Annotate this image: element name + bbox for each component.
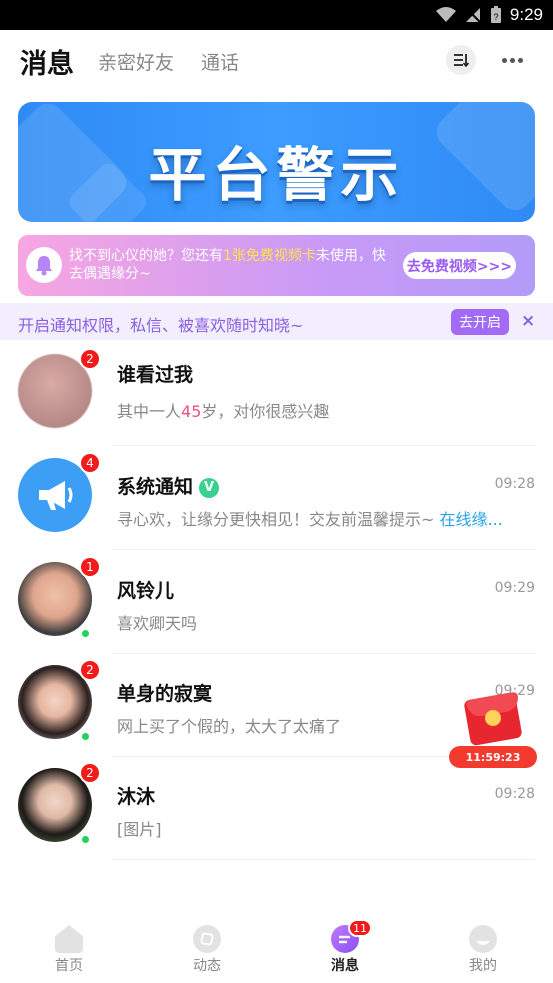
tab-calls[interactable]: 通话 (201, 48, 239, 75)
tab-moments[interactable]: 动态 (167, 925, 247, 975)
contact-name: 风铃儿 (117, 580, 175, 602)
svg-text:?: ? (493, 12, 498, 22)
contact-name: 单身的寂寞 (117, 683, 213, 705)
red-packet-timer: 11:59:23 (449, 746, 537, 768)
notice-text: 开启通知权限，私信、被喜欢随时知晓~ (18, 316, 304, 335)
online-indicator (80, 834, 91, 845)
message-icon: 11 (331, 919, 372, 953)
tab-profile[interactable]: 我的 (443, 925, 523, 975)
message-preview: 寻心欢，让缘分更快相见！交友前温馨提示~ 在线缘... (117, 510, 503, 529)
contact-name: 谁看过我 (117, 364, 194, 386)
verified-icon: V (199, 477, 220, 498)
unread-badge: 2 (79, 659, 101, 681)
message-preview: 其中一人45岁，对你很感兴趣 (117, 402, 330, 421)
contact-name: 系统通知 V (117, 472, 220, 499)
sort-icon (454, 54, 469, 68)
list-item-chat[interactable]: 1 风铃儿 09:29 喜欢卿天吗 (0, 550, 553, 654)
message-preview: 网上买了个假的，太大了太痛了 (117, 717, 342, 736)
notification-permission-bar: 开启通知权限，私信、被喜欢随时知晓~ 去开启 × (0, 303, 553, 340)
red-packet-float[interactable]: 11:59:23 (445, 690, 541, 770)
online-indicator (80, 628, 91, 639)
online-link[interactable]: 在线缘... (440, 510, 503, 529)
platform-warning-banner[interactable]: 平台警示 (18, 102, 535, 222)
sort-button[interactable] (446, 45, 476, 75)
bottom-tab-bar: 首页 动态 11 消息 我的 (0, 915, 553, 983)
status-bar: ? 9:29 (0, 0, 553, 30)
more-dot-icon (501, 57, 507, 63)
close-icon[interactable]: × (521, 311, 535, 331)
tab-messages[interactable]: 消息 (20, 42, 74, 81)
banner-title: 平台警示 (148, 141, 405, 209)
promo-text: 找不到心仪的她？您还有1张免费视频卡未使用，快去偶遇缘分~ (69, 248, 386, 282)
list-item-system-notice[interactable]: 4 系统通知 V 09:28 寻心欢，让缘分更快相见！交友前温馨提示~ 在线缘..… (0, 446, 553, 550)
message-preview: 喜欢卿天吗 (117, 614, 198, 633)
message-count-badge: 11 (348, 919, 372, 937)
bell-icon (26, 247, 62, 283)
signal-icon (465, 7, 481, 23)
online-indicator (80, 731, 91, 742)
unread-badge: 1 (79, 556, 101, 578)
message-time: 09:28 (494, 786, 535, 802)
contact-name: 沐沐 (117, 786, 156, 808)
message-time: 09:28 (494, 476, 535, 492)
wifi-icon (435, 7, 456, 22)
free-video-button[interactable]: 去免费视频>>> (403, 252, 516, 279)
tab-close-friends[interactable]: 亲密好友 (98, 48, 174, 75)
message-time: 09:29 (494, 580, 535, 596)
status-time: 9:29 (509, 5, 543, 24)
list-item-visitors[interactable]: 2 谁看过我 其中一人45岁，对你很感兴趣 (0, 342, 553, 446)
header: 消息 亲密好友 通话 (0, 30, 553, 92)
tab-messages-nav[interactable]: 11 消息 (305, 919, 385, 975)
home-icon (55, 925, 83, 953)
profile-icon (469, 925, 497, 953)
moments-icon (193, 925, 221, 953)
enable-notification-button[interactable]: 去开启 (451, 309, 509, 335)
unread-badge: 2 (79, 348, 101, 370)
list-item-chat[interactable]: 2 沐沐 09:28 [图片] (0, 756, 553, 860)
battery-icon: ? (490, 6, 501, 23)
more-button[interactable] (497, 45, 527, 75)
promo-highlight: 1张免费视频卡 (223, 248, 316, 264)
free-video-promo[interactable]: 找不到心仪的她？您还有1张免费视频卡未使用，快去偶遇缘分~ 去免费视频>>> (18, 235, 535, 296)
tab-home[interactable]: 首页 (29, 925, 109, 975)
message-preview: [图片] (117, 820, 162, 839)
unread-badge: 2 (79, 762, 101, 784)
unread-badge: 4 (79, 452, 101, 474)
